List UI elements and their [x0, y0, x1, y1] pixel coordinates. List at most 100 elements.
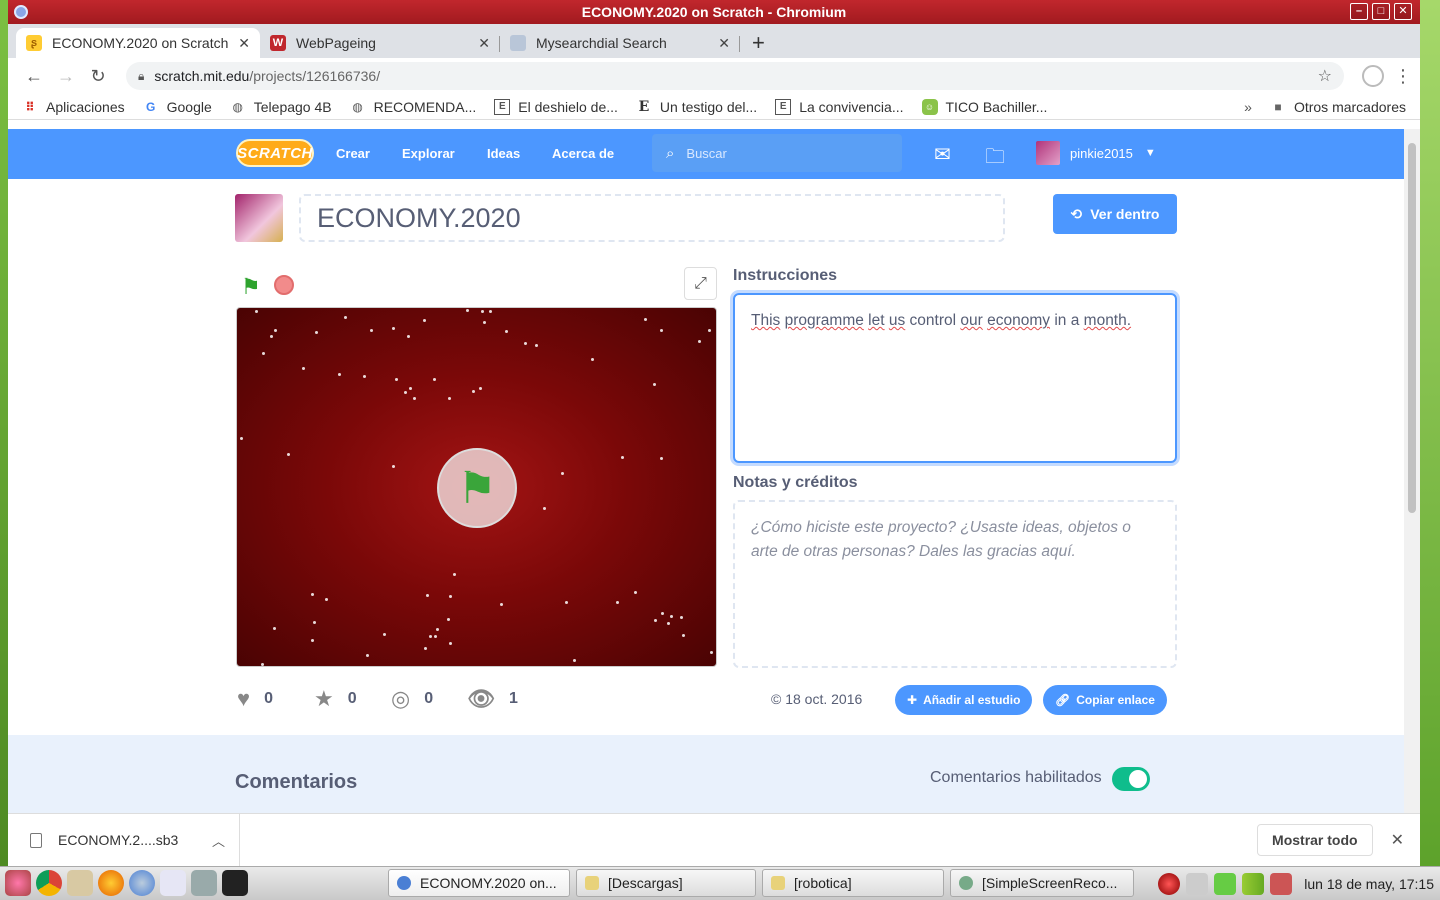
back-arrow-icon[interactable]: ←: [18, 66, 50, 87]
task-label: [SimpleScreenReco...: [982, 875, 1118, 891]
tab-mysearchdial[interactable]: Mysearchdial Search ✕: [500, 28, 740, 58]
menu-launcher-icon[interactable]: [5, 870, 31, 896]
notes-icon[interactable]: [160, 870, 186, 896]
bookmark-star-icon[interactable]: ☆: [1318, 66, 1332, 86]
more-menu-icon[interactable]: ⋮: [1394, 66, 1412, 87]
snow-particle: [482, 320, 486, 324]
snow-particle: [681, 634, 685, 638]
terminal-icon[interactable]: [222, 870, 248, 896]
scrollbar-thumb[interactable]: [1408, 143, 1416, 513]
search-placeholder: Buscar: [686, 145, 727, 161]
close-window-button[interactable]: ✕: [1394, 3, 1412, 20]
close-tab-icon[interactable]: ✕: [238, 35, 250, 52]
firefox-icon[interactable]: [98, 870, 124, 896]
nav-about[interactable]: Acerca de: [552, 146, 614, 161]
project-author-avatar[interactable]: [235, 194, 283, 242]
lock-icon[interactable]: 🔒︎: [138, 69, 144, 84]
chrome-icon[interactable]: [36, 870, 62, 896]
green-flag-icon[interactable]: ⚑: [241, 274, 261, 300]
screenshot-icon[interactable]: [191, 870, 217, 896]
taskbar: ECONOMY.2020 on... [Descargas] [robotica…: [0, 866, 1440, 900]
bookmarks-more-button[interactable]: »: [1244, 99, 1252, 115]
snow-particle: [424, 646, 428, 650]
chromium-launcher-icon[interactable]: [129, 870, 155, 896]
snow-particle: [407, 334, 410, 338]
nav-ideas[interactable]: Ideas: [487, 146, 520, 161]
task-label: [robotica]: [794, 875, 852, 891]
snow-particle: [670, 615, 674, 619]
snow-particle: [436, 628, 440, 632]
forward-arrow-icon[interactable]: →: [50, 66, 82, 87]
download-item[interactable]: ECONOMY.2....sb3 ︿: [8, 813, 240, 866]
comments-toggle[interactable]: [1112, 767, 1150, 791]
search-input[interactable]: ⌕ Buscar: [652, 134, 902, 172]
snow-particle: [382, 632, 386, 636]
bookmark-label: Aplicaciones: [46, 98, 125, 115]
bookmark-deshielo[interactable]: E El deshielo de...: [494, 98, 618, 115]
task-chromium[interactable]: ECONOMY.2020 on...: [388, 869, 570, 897]
instructions-word: let: [868, 312, 885, 329]
my-stuff-folder-icon[interactable]: 🗀: [985, 142, 1005, 176]
bookmark-tico[interactable]: ☺ TICO Bachiller...: [921, 98, 1047, 115]
bookmark-telepago[interactable]: ◍ Telepago 4B: [230, 99, 332, 115]
green-flag-overlay-icon[interactable]: ⚑: [437, 448, 517, 528]
project-stage[interactable]: ⚑: [236, 307, 717, 667]
reload-icon[interactable]: ↻: [82, 66, 114, 87]
add-to-studio-button[interactable]: ✚ Añadir al estudio: [895, 685, 1033, 715]
snow-particle: [698, 339, 702, 343]
copy-link-button[interactable]: 🔗︎ Copiar enlace: [1043, 685, 1167, 715]
chevron-up-icon[interactable]: ︿: [212, 831, 225, 850]
maximize-button[interactable]: □: [1372, 3, 1390, 20]
address-bar[interactable]: 🔒︎ scratch.mit.edu/projects/126166736/ ☆: [126, 62, 1344, 90]
scratch-logo[interactable]: SCRATCH: [236, 139, 314, 167]
bookmark-convivencia[interactable]: E La convivencia...: [775, 98, 904, 115]
see-inside-button[interactable]: ⟲ Ver dentro: [1053, 194, 1177, 234]
nav-create[interactable]: Crear: [336, 146, 370, 161]
snow-particle: [302, 366, 306, 370]
tab-webpageing[interactable]: W WebPageing ✕: [260, 28, 500, 58]
network-cloud-icon[interactable]: [1186, 872, 1209, 895]
minimize-button[interactable]: –: [1350, 3, 1368, 20]
instructions-word: This: [751, 312, 781, 329]
show-all-button[interactable]: Mostrar todo: [1257, 824, 1373, 856]
task-label: ECONOMY.2020 on...: [420, 875, 557, 891]
signal-bars-icon[interactable]: [1242, 872, 1265, 895]
messages-envelope-icon[interactable]: ✉: [934, 142, 951, 167]
nav-explore[interactable]: Explorar: [402, 146, 455, 161]
user-menu[interactable]: pinkie2015 ▼: [1036, 141, 1156, 165]
profile-avatar-icon[interactable]: [1362, 65, 1384, 87]
new-tab-button[interactable]: +: [740, 28, 777, 58]
clock[interactable]: lun 18 de may, 17:15: [1304, 876, 1434, 892]
bookmark-google[interactable]: G Google: [143, 99, 212, 115]
task-screenrecorder[interactable]: [SimpleScreenReco...: [950, 869, 1134, 897]
notes-textarea[interactable]: ¿Cómo hiciste este proyecto? ¿Usaste ide…: [733, 500, 1177, 668]
bookmark-recomenda[interactable]: ◍ RECOMENDA...: [350, 99, 476, 115]
record-icon[interactable]: [1158, 872, 1181, 895]
loves-stat[interactable]: ♥ 0: [237, 686, 273, 712]
tab-economy[interactable]: ʂ ECONOMY.2020 on Scratch ✕: [16, 28, 260, 58]
desktop-background-right: [1418, 0, 1440, 866]
snow-particle: [392, 464, 396, 468]
clipboard-icon[interactable]: [1214, 872, 1237, 895]
bookmark-testigo[interactable]: E Un testigo del...: [636, 99, 758, 115]
instructions-textarea[interactable]: This programme let us control our econom…: [733, 293, 1177, 463]
task-descargas[interactable]: [Descargas]: [576, 869, 756, 897]
bookmark-apps[interactable]: ⠿ Aplicaciones: [22, 98, 125, 115]
other-bookmarks-folder[interactable]: ■ Otros marcadores: [1270, 99, 1406, 115]
fullscreen-expand-icon[interactable]: ⤢: [684, 267, 717, 300]
page-scrollbar[interactable]: [1404, 129, 1420, 813]
chromium-icon: [397, 876, 411, 890]
close-downloads-icon[interactable]: ✕: [1391, 830, 1404, 850]
close-tab-icon[interactable]: ✕: [718, 35, 730, 52]
favorites-stat[interactable]: ★ 0: [314, 686, 357, 712]
volume-icon[interactable]: [1270, 872, 1293, 895]
remix-arrows-icon: ⟲: [1070, 205, 1083, 222]
task-robotica[interactable]: [robotica]: [762, 869, 944, 897]
editor-icon[interactable]: [67, 870, 93, 896]
stop-sign-icon[interactable]: [274, 275, 294, 295]
scratch-page: SCRATCH Crear Explorar Ideas Acerca de ⌕…: [8, 129, 1404, 813]
close-tab-icon[interactable]: ✕: [478, 35, 490, 52]
project-title-input[interactable]: ECONOMY.2020: [299, 194, 1005, 242]
copy-link-label: Copiar enlace: [1076, 693, 1155, 707]
snow-particle: [429, 635, 433, 639]
